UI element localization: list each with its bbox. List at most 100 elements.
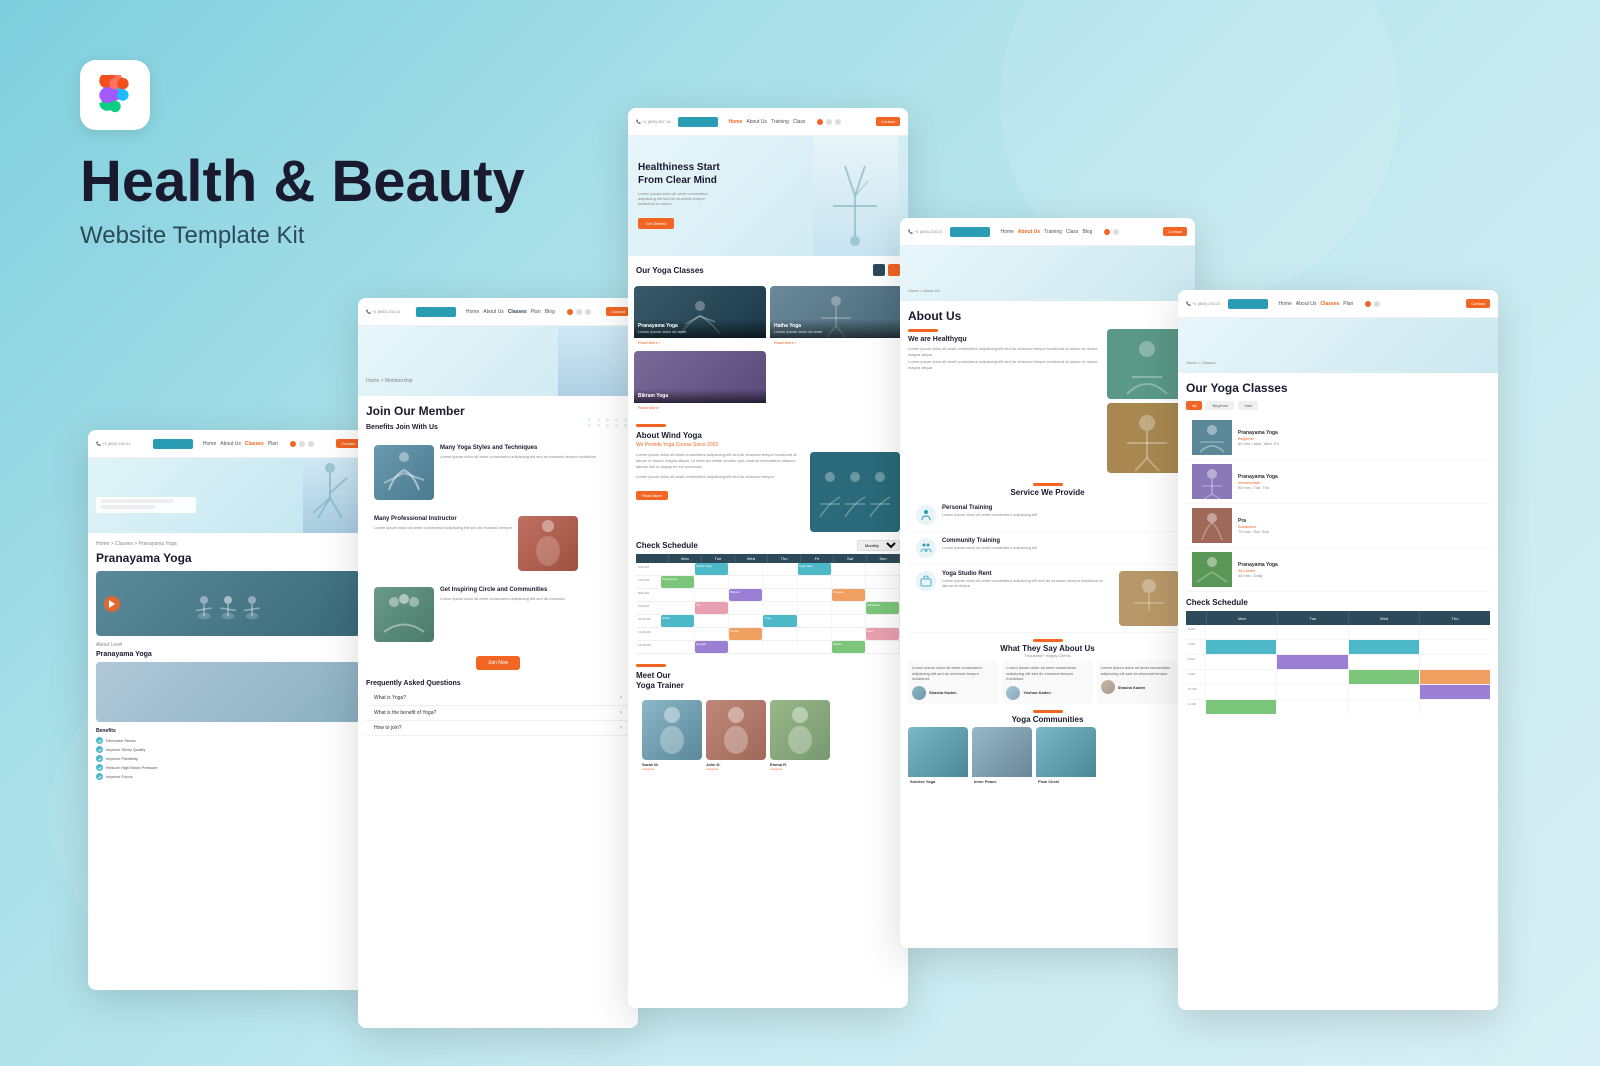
event-fri-600[interactable]: Yoga Flow xyxy=(798,563,831,575)
filter-all[interactable]: All xyxy=(1186,401,1202,410)
about-wind-readmore[interactable]: Read More xyxy=(636,491,668,500)
cell-mon-1200 xyxy=(661,641,695,653)
schedule-fri: Fri xyxy=(801,554,834,563)
community-3: Flow Circle xyxy=(1036,727,1096,786)
about-nav-home[interactable]: Home xyxy=(1000,229,1013,235)
about-nav-blog[interactable]: Blog xyxy=(1082,229,1092,235)
cell-sun-900: Ashtanga xyxy=(866,602,900,614)
trainer-img-1 xyxy=(642,700,702,760)
membership-content: Join Our Member Benefits Join With Us xyxy=(358,396,638,744)
class-readmore-3[interactable]: Read More › xyxy=(634,403,766,412)
sched-th-thu: Thu xyxy=(1419,611,1490,625)
class-readmore-2[interactable]: Read More › xyxy=(770,338,902,347)
hero-cta-btn[interactable]: Get Started xyxy=(638,218,674,229)
benefit-item-3: Improve Flexibility xyxy=(96,755,360,762)
classes-contact-btn[interactable]: Contact xyxy=(1466,299,1490,308)
testimonial-text-3: Lorem ipsum dolor sit amet consectetur a… xyxy=(1101,665,1183,676)
event-mon-1000[interactable]: Hatha xyxy=(661,615,694,627)
event-sun-900[interactable]: Ashtanga xyxy=(866,602,899,614)
nav-classes-2[interactable]: Classes xyxy=(508,309,527,315)
hero-logo xyxy=(678,117,718,127)
hero-nav-training[interactable]: Training xyxy=(771,119,789,125)
nav-link-plan[interactable]: Plan xyxy=(268,441,278,447)
sched-cell-12 xyxy=(1277,625,1348,639)
time-1100: 11:00 AM xyxy=(636,628,661,640)
nav-plan-2[interactable]: Plan xyxy=(531,309,541,315)
class-thumb-3 xyxy=(1192,508,1232,543)
faq-item-3[interactable]: How to join? › xyxy=(366,721,630,736)
hero-banner: Healthiness Start From Clear Mind Lorem … xyxy=(628,136,908,256)
nav-link-home[interactable]: Home xyxy=(203,441,216,447)
event-sat-800[interactable]: Vinyasa xyxy=(832,589,865,601)
event-sun-1100[interactable]: Flow xyxy=(866,628,899,640)
event-wed-1100[interactable]: Power xyxy=(729,628,762,640)
benefit-2-title: Many Professional Instructor xyxy=(374,516,512,522)
classes-nav-classes[interactable]: Classes xyxy=(1320,301,1339,307)
about-nav-training[interactable]: Training xyxy=(1044,229,1062,235)
filter-beginner[interactable]: Beginner xyxy=(1206,401,1234,410)
service-desc-2: Lorem ipsum dolor sit amet consectetur a… xyxy=(942,545,1037,550)
about-icon-1 xyxy=(1104,229,1110,235)
classes-nav-plan[interactable]: Plan xyxy=(1343,301,1353,307)
schedule-grid: Mon Tue Wed Thu Fri Sat Sun 6:00 AM Hath… xyxy=(636,554,900,654)
faq-item-2[interactable]: What is the benefit of Yoga? › xyxy=(366,706,630,721)
nav-link-about[interactable]: About Us xyxy=(220,441,241,447)
sched-cell-42 xyxy=(1277,670,1348,684)
nav-home-2[interactable]: Home xyxy=(466,309,479,315)
faq-item-1[interactable]: What is Yoga? › xyxy=(366,691,630,706)
card-classes: 📞 +1 (800) 234 21 Home About Us Classes … xyxy=(1178,290,1498,1010)
testimonial-author-3: Shasha Kaden xyxy=(1101,680,1183,694)
service-title: Service We Provide xyxy=(908,488,1187,497)
schedule-row-1000: 10:00 AM Hatha Yoga xyxy=(636,615,900,628)
classes-nav-dot-1[interactable] xyxy=(873,264,885,276)
we-are-desc2: Lorem ipsum dolor sit amet consectetur a… xyxy=(908,359,1101,370)
sched-cell-34 xyxy=(1420,655,1490,669)
cell-wed-1100: Power xyxy=(729,628,763,640)
schedule-filter-select[interactable]: Monthly Weekly xyxy=(857,540,900,551)
benefits-list: Decrease Stress Improve Sleep Quality Im… xyxy=(96,737,360,780)
about-phone: 📞 +1 (800) 234 21 xyxy=(908,229,942,234)
filter-inter[interactable]: Inter xyxy=(1238,401,1258,410)
event-tue-600[interactable]: Hatha Yoga xyxy=(695,563,728,575)
schedule-row-700: 7:00 AM Pranayama xyxy=(636,576,900,589)
nav-blog-2[interactable]: Blog xyxy=(545,309,555,315)
class-thumb-1 xyxy=(1192,420,1232,455)
nav-contact-btn-2[interactable]: Contact xyxy=(606,307,630,316)
event-thu-1000[interactable]: Yoga xyxy=(763,615,796,627)
about-nav-class[interactable]: Class xyxy=(1066,229,1079,235)
event-sat-1200[interactable]: Restor xyxy=(832,641,865,653)
class-label-hatha: Lorem ipsum dolor sit amet xyxy=(774,329,898,334)
join-now-button[interactable]: Join Now xyxy=(476,656,521,670)
event-wed-800[interactable]: Bikram xyxy=(729,589,762,601)
event-tue-1200[interactable]: Iyengar xyxy=(695,641,728,653)
hero-nav-icons xyxy=(817,119,841,125)
classes-nav-dot-2[interactable] xyxy=(888,264,900,276)
event-tue-900[interactable]: Yin xyxy=(695,602,728,614)
hero-nav-home[interactable]: Home xyxy=(728,119,742,125)
cell-sat-800: Vinyasa xyxy=(832,589,866,601)
cell-mon-600 xyxy=(661,563,695,575)
service-name-3: Yoga Studio Rent xyxy=(942,571,1113,577)
hero-nav-class[interactable]: Class xyxy=(793,119,806,125)
classes-nav-home[interactable]: Home xyxy=(1278,301,1291,307)
class-name-3: Bikram Yoga xyxy=(638,393,762,399)
nav-link-classes[interactable]: Classes xyxy=(245,441,264,447)
class-row-name-4: Pranayama Yoga xyxy=(1238,562,1278,568)
trainer-role-2: Instructor xyxy=(706,767,766,771)
classes-nav-about[interactable]: About Us xyxy=(1296,301,1317,307)
event-mon-700[interactable]: Pranayama xyxy=(661,576,694,588)
cell-sun-1100: Flow xyxy=(866,628,900,640)
nav-contact-btn[interactable]: Contact xyxy=(336,439,360,448)
sched-cell-41 xyxy=(1206,670,1277,684)
pranayama-hero-img xyxy=(88,458,368,533)
class-readmore-1[interactable]: Read More › xyxy=(634,338,766,347)
hero-contact-btn[interactable]: Contact xyxy=(876,117,900,126)
nav-about-2[interactable]: About Us xyxy=(483,309,504,315)
play-icon[interactable] xyxy=(104,596,120,612)
service-community: Community Training Lorem ipsum dolor sit… xyxy=(908,532,1187,565)
sched-cell-14 xyxy=(1420,625,1490,639)
hero-nav-about[interactable]: About Us xyxy=(746,119,767,125)
about-nav-about[interactable]: About Us xyxy=(1018,229,1040,235)
nav-icon-dot-3 xyxy=(585,309,591,315)
about-contact-btn[interactable]: Contact xyxy=(1163,227,1187,236)
